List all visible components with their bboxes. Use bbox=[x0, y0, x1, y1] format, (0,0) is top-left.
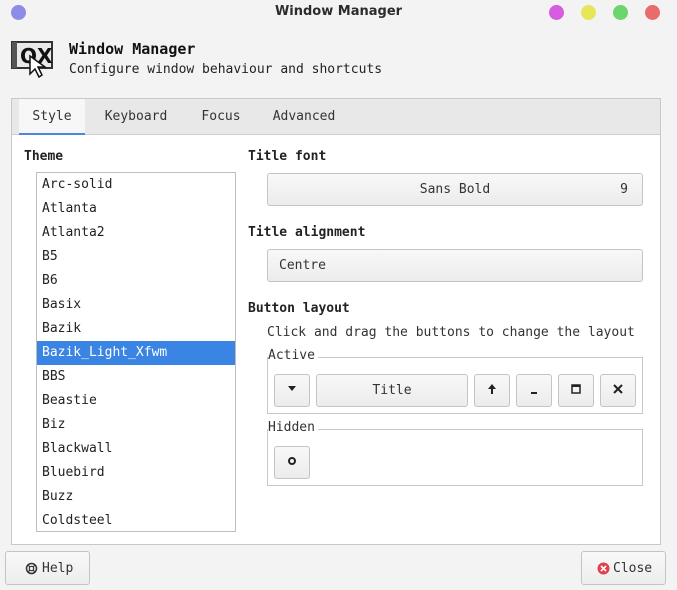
hidden-label: Hidden bbox=[268, 420, 318, 435]
active-buttons-frame: Active Title bbox=[267, 348, 643, 414]
tab-bar: Style Keyboard Focus Advanced bbox=[12, 99, 660, 135]
close-window-dot-icon[interactable] bbox=[645, 5, 660, 20]
tab-style[interactable]: Style bbox=[19, 99, 85, 135]
minimize-icon bbox=[517, 383, 551, 399]
help-button[interactable]: Help bbox=[5, 551, 90, 585]
arrow-down-icon bbox=[275, 382, 309, 397]
theme-item[interactable]: BBS bbox=[37, 365, 235, 389]
theme-item[interactable]: Atlanta bbox=[37, 197, 235, 221]
window-title: Window Manager bbox=[274, 4, 403, 19]
theme-item[interactable]: Bazik bbox=[37, 317, 235, 341]
font-size: 9 bbox=[620, 182, 628, 197]
maximize-icon bbox=[559, 383, 593, 398]
hidden-buttons-frame: Hidden bbox=[267, 420, 643, 486]
window-manager-icon: QX bbox=[10, 38, 58, 79]
maximize-window-dot-icon[interactable] bbox=[613, 5, 628, 20]
settings-notebook: Style Keyboard Focus Advanced Theme Arc-… bbox=[11, 98, 661, 545]
dialog-header: QX Window Manager Configure window behav… bbox=[10, 36, 650, 84]
close-circle-icon bbox=[597, 562, 610, 579]
tab-focus[interactable]: Focus bbox=[190, 99, 252, 135]
close-label: Close bbox=[613, 561, 653, 576]
help-lifebuoy-icon bbox=[25, 562, 38, 579]
theme-label: Theme bbox=[24, 149, 64, 164]
window-titlebar: Window Manager bbox=[0, 0, 677, 26]
title-alignment-label: Title alignment bbox=[248, 225, 366, 240]
theme-item[interactable]: Biz bbox=[37, 413, 235, 437]
tab-keyboard[interactable]: Keyboard bbox=[94, 99, 178, 135]
minimize-button[interactable] bbox=[516, 374, 552, 407]
theme-item[interactable]: B5 bbox=[37, 245, 235, 269]
title-layout-label: Title bbox=[372, 383, 412, 398]
theme-item[interactable]: Coldsteel bbox=[37, 509, 235, 531]
title-layout-button[interactable]: Title bbox=[316, 374, 468, 407]
tab-advanced[interactable]: Advanced bbox=[262, 99, 346, 135]
arrow-up-icon bbox=[475, 383, 509, 399]
title-font-label: Title font bbox=[248, 149, 327, 164]
theme-item[interactable]: Buzz bbox=[37, 485, 235, 509]
theme-item[interactable]: Bluebird bbox=[37, 461, 235, 485]
header-title: Window Manager bbox=[69, 40, 196, 58]
title-alignment-value: Centre bbox=[279, 258, 326, 273]
theme-list[interactable]: Arc-solid Atlanta Atlanta2 B5 B6 Basix B… bbox=[36, 172, 236, 532]
theme-item[interactable]: B6 bbox=[37, 269, 235, 293]
theme-item[interactable]: Beastie bbox=[37, 389, 235, 413]
close-dialog-button[interactable]: Close bbox=[581, 551, 666, 585]
theme-item[interactable]: Basix bbox=[37, 293, 235, 317]
theme-item[interactable]: Atlanta2 bbox=[37, 221, 235, 245]
maximize-button[interactable] bbox=[558, 374, 594, 407]
shade-button[interactable] bbox=[274, 374, 310, 407]
title-alignment-combo[interactable]: Centre bbox=[267, 249, 643, 282]
stick-dot-icon bbox=[275, 455, 309, 470]
theme-item-selected[interactable]: Bazik_Light_Xfwm bbox=[37, 341, 235, 365]
stick-button[interactable] bbox=[474, 374, 510, 407]
header-subtitle: Configure window behaviour and shortcuts bbox=[69, 62, 383, 77]
stick-window-dot-icon[interactable] bbox=[581, 5, 596, 20]
button-layout-label: Button layout bbox=[248, 301, 350, 316]
button-layout-hint: Click and drag the buttons to change the… bbox=[267, 325, 635, 340]
theme-item[interactable]: Blackwall bbox=[37, 437, 235, 461]
hidden-stick-button[interactable] bbox=[274, 446, 310, 479]
active-label: Active bbox=[268, 348, 318, 363]
help-label: Help bbox=[42, 561, 74, 576]
close-icon bbox=[601, 383, 635, 399]
theme-item[interactable]: Arc-solid bbox=[37, 173, 235, 197]
font-name: Sans Bold bbox=[419, 182, 491, 197]
shade-window-dot-icon[interactable] bbox=[549, 5, 564, 20]
close-button[interactable] bbox=[600, 374, 636, 407]
title-font-button[interactable]: Sans Bold 9 bbox=[267, 173, 643, 206]
